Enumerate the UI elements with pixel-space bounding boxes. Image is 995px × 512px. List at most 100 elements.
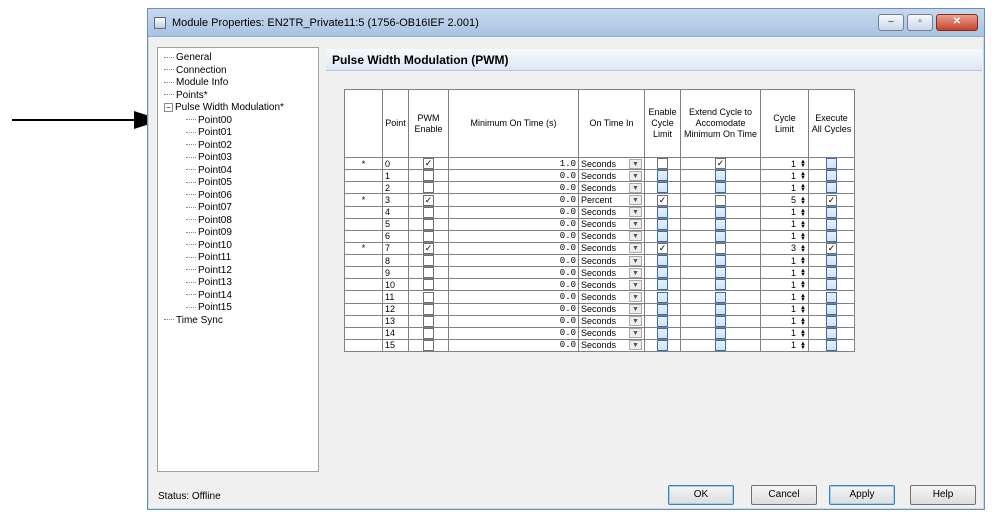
- execute-all-checkbox[interactable]: [826, 170, 837, 182]
- extend-cycle-checkbox[interactable]: [715, 340, 726, 351]
- extend-cycle-checkbox[interactable]: [715, 243, 726, 254]
- tree-item[interactable]: Point00: [164, 115, 318, 128]
- enable-cycle-limit-checkbox[interactable]: [657, 315, 668, 327]
- spinner-icon[interactable]: ▲ ▼: [798, 341, 806, 351]
- chevron-down-icon[interactable]: ▼: [629, 219, 642, 230]
- spinner-icon[interactable]: ▲ ▼: [798, 280, 806, 290]
- enable-cycle-limit-checkbox[interactable]: [657, 218, 668, 230]
- cycle-limit-input[interactable]: 1 ▲ ▼: [760, 181, 809, 195]
- extend-cycle-checkbox[interactable]: [715, 327, 726, 339]
- enable-cycle-limit-checkbox[interactable]: [657, 206, 668, 218]
- cycle-limit-input[interactable]: 1 ▲ ▼: [760, 290, 809, 304]
- pwm-enable-checkbox[interactable]: [423, 170, 434, 182]
- tree-item[interactable]: Module Info: [164, 77, 318, 90]
- min-on-time-input[interactable]: 0.0: [448, 193, 579, 207]
- on-time-in-select[interactable]: Seconds: [581, 304, 616, 314]
- min-on-time-input[interactable]: 0.0: [448, 169, 579, 183]
- help-button[interactable]: Help: [910, 485, 976, 505]
- min-on-time-input[interactable]: 0.0: [448, 205, 579, 219]
- pwm-enable-checkbox[interactable]: ✓: [423, 243, 434, 254]
- on-time-in-select[interactable]: Seconds: [581, 292, 616, 302]
- ok-button[interactable]: OK: [668, 485, 734, 505]
- tree-item[interactable]: Point08: [164, 215, 318, 228]
- cycle-limit-input[interactable]: 1 ▲ ▼: [760, 338, 809, 353]
- execute-all-checkbox[interactable]: [826, 303, 837, 315]
- on-time-in-select[interactable]: Seconds: [581, 280, 616, 290]
- tree-item[interactable]: Point04: [164, 165, 318, 178]
- pwm-enable-checkbox[interactable]: ✓: [423, 194, 434, 206]
- extend-cycle-checkbox[interactable]: [715, 218, 726, 230]
- on-time-in-select[interactable]: Seconds: [581, 316, 616, 326]
- tree-item[interactable]: − Pulse Width Modulation*: [164, 102, 318, 115]
- execute-all-checkbox[interactable]: ✓: [826, 243, 837, 254]
- chevron-down-icon[interactable]: ▼: [629, 304, 642, 315]
- on-time-in-select[interactable]: Seconds: [581, 219, 616, 229]
- execute-all-checkbox[interactable]: [826, 327, 837, 339]
- enable-cycle-limit-checkbox[interactable]: ✓: [657, 194, 668, 206]
- tree-item[interactable]: Point07: [164, 202, 318, 215]
- spinner-icon[interactable]: ▲ ▼: [798, 196, 806, 206]
- pwm-enable-checkbox[interactable]: [423, 182, 434, 194]
- collapse-icon[interactable]: −: [164, 102, 173, 112]
- chevron-down-icon[interactable]: ▼: [629, 279, 642, 290]
- min-on-time-input[interactable]: 0.0: [448, 302, 579, 316]
- execute-all-checkbox[interactable]: [826, 206, 837, 218]
- chevron-down-icon[interactable]: ▼: [629, 340, 642, 351]
- cycle-limit-input[interactable]: 1 ▲ ▼: [760, 302, 809, 316]
- tree-item[interactable]: Point02: [164, 140, 318, 153]
- pwm-enable-checkbox[interactable]: [423, 230, 434, 242]
- enable-cycle-limit-checkbox[interactable]: [657, 327, 668, 339]
- tree-item[interactable]: Point12: [164, 265, 318, 278]
- tree-item[interactable]: Connection: [164, 65, 318, 78]
- min-on-time-input[interactable]: 0.0: [448, 217, 579, 231]
- pwm-enable-checkbox[interactable]: ✓: [423, 158, 434, 170]
- tree-item[interactable]: Point06: [164, 190, 318, 203]
- spinner-icon[interactable]: ▲ ▼: [798, 305, 806, 315]
- on-time-in-select[interactable]: Percent: [581, 195, 612, 205]
- cycle-limit-input[interactable]: 1 ▲ ▼: [760, 229, 809, 243]
- cycle-limit-input[interactable]: 1 ▲ ▼: [760, 314, 809, 328]
- enable-cycle-limit-checkbox[interactable]: [657, 255, 668, 267]
- min-on-time-input[interactable]: 0.0: [448, 290, 579, 304]
- pwm-enable-checkbox[interactable]: [423, 267, 434, 279]
- cycle-limit-input[interactable]: 1 ▲ ▼: [760, 326, 809, 340]
- enable-cycle-limit-checkbox[interactable]: [657, 170, 668, 182]
- on-time-in-select[interactable]: Seconds: [581, 183, 616, 193]
- min-on-time-input[interactable]: 0.0: [448, 278, 579, 292]
- extend-cycle-checkbox[interactable]: [715, 206, 726, 218]
- execute-all-checkbox[interactable]: [826, 340, 837, 351]
- enable-cycle-limit-checkbox[interactable]: [657, 340, 668, 351]
- tree-item[interactable]: Time Sync: [164, 315, 318, 328]
- min-on-time-input[interactable]: 1.0: [448, 156, 579, 171]
- cycle-limit-input[interactable]: 1 ▲ ▼: [760, 156, 809, 171]
- cycle-limit-input[interactable]: 1 ▲ ▼: [760, 217, 809, 231]
- enable-cycle-limit-checkbox[interactable]: [657, 182, 668, 194]
- extend-cycle-checkbox[interactable]: ✓: [715, 158, 726, 170]
- tree-item[interactable]: Point09: [164, 227, 318, 240]
- extend-cycle-checkbox[interactable]: [715, 230, 726, 242]
- tree-item[interactable]: Point14: [164, 290, 318, 303]
- minimize-button[interactable]: –: [878, 14, 904, 31]
- tree-item[interactable]: General: [164, 52, 318, 65]
- chevron-down-icon[interactable]: ▼: [629, 194, 642, 205]
- enable-cycle-limit-checkbox[interactable]: [657, 279, 668, 291]
- execute-all-checkbox[interactable]: [826, 218, 837, 230]
- cycle-limit-input[interactable]: 5 ▲ ▼: [760, 193, 809, 207]
- execute-all-checkbox[interactable]: [826, 315, 837, 327]
- cycle-limit-input[interactable]: 1 ▲ ▼: [760, 266, 809, 280]
- apply-button[interactable]: Apply: [829, 485, 895, 505]
- enable-cycle-limit-checkbox[interactable]: [657, 303, 668, 315]
- cycle-limit-input[interactable]: 1 ▲ ▼: [760, 169, 809, 183]
- spinner-icon[interactable]: ▲ ▼: [798, 256, 806, 266]
- min-on-time-input[interactable]: 0.0: [448, 181, 579, 195]
- extend-cycle-checkbox[interactable]: [715, 182, 726, 194]
- chevron-down-icon[interactable]: ▼: [629, 267, 642, 278]
- on-time-in-select[interactable]: Seconds: [581, 340, 616, 350]
- spinner-icon[interactable]: ▲ ▼: [798, 220, 806, 230]
- extend-cycle-checkbox[interactable]: [715, 303, 726, 315]
- close-button[interactable]: ✕: [936, 14, 978, 31]
- enable-cycle-limit-checkbox[interactable]: [657, 267, 668, 279]
- spinner-icon[interactable]: ▲ ▼: [798, 183, 806, 193]
- spinner-icon[interactable]: ▲ ▼: [798, 329, 806, 339]
- on-time-in-select[interactable]: Seconds: [581, 256, 616, 266]
